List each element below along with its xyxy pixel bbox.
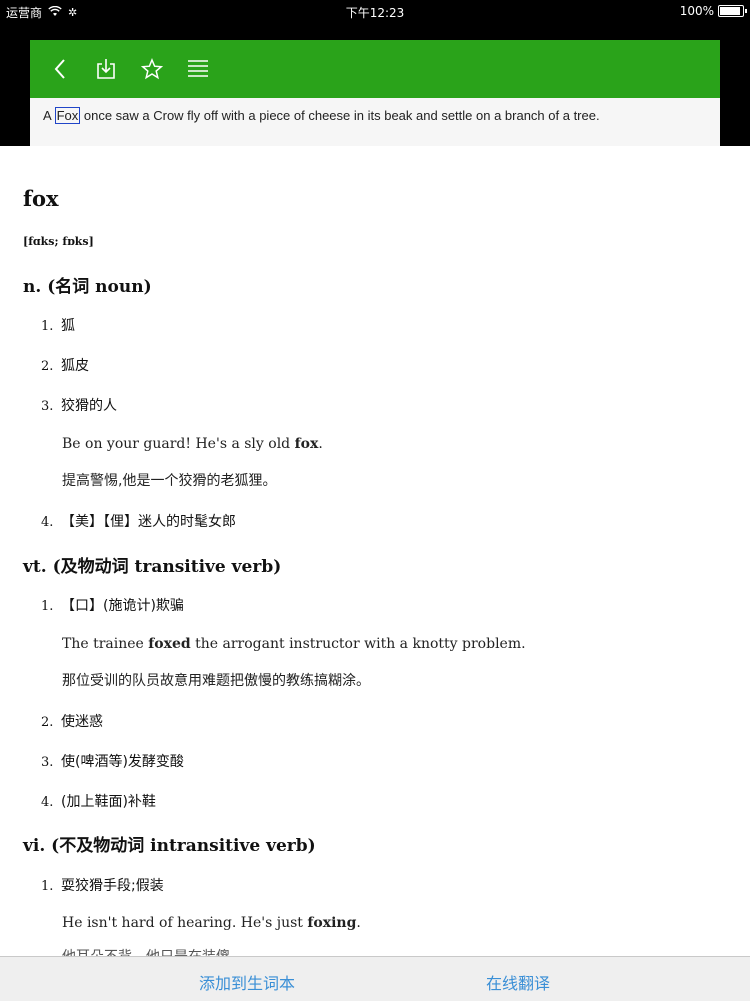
vi-example-zh-partial: 他耳朵不背，他只是在装傻 [62,946,230,956]
pos-noun-heading: n. (名词 noun) [23,277,152,297]
vt-sense-3: 3. 使(啤酒等)发酵变酸 [41,754,184,770]
reader-toolbar [30,40,720,98]
pos-vi-heading: vi. (不及物动词 intransitive verb) [23,836,316,856]
reader-panel: A Fox once saw a Crow fly off with a pie… [30,40,720,146]
sentence-after: once saw a Crow fly off with a piece of … [80,108,600,123]
headword: fox [23,186,59,211]
reading-sentence: A Fox once saw a Crow fly off with a pie… [30,98,720,124]
back-icon[interactable] [48,57,72,81]
dictionary-entry: fox [fɑks; fɒks] n. (名词 noun) 1. 狐 2. 狐皮 3… [0,146,750,956]
vt-sense-2: 2. 使迷惑 [41,714,103,730]
list-icon[interactable] [186,57,210,81]
noun-sense-2: 2. 狐皮 [41,358,89,374]
download-icon[interactable] [94,57,118,81]
bottom-action-bar: 添加到生词本 在线翻译 [0,956,750,1001]
online-translate-button[interactable]: 在线翻译 [486,970,550,994]
vt-sense-4: 4. (加上鞋面)补鞋 [41,794,156,810]
sentence-before: A [43,108,55,123]
status-right: 100% [679,4,747,18]
noun-sense-1: 1. 狐 [41,318,75,334]
status-bar: 运营商 ✲ 下午12:23 100% [0,0,750,22]
vt-example-zh: 那位受训的队员故意用难题把傲慢的教练搞糊涂。 [62,673,370,689]
vi-example-en: He isn't hard of hearing. He's just foxi… [62,915,361,931]
star-icon[interactable] [140,57,164,81]
add-to-wordbook-button[interactable]: 添加到生词本 [199,970,295,994]
vt-example-en: The trainee foxed the arrogant instructo… [62,636,526,652]
noun-example-zh: 提高警惕,他是一个狡猾的老狐狸。 [62,473,277,489]
phonetic: [fɑks; fɒks] [23,235,94,248]
clock: 下午12:23 [345,6,405,20]
noun-sense-4: 4. 【美】【俚】迷人的时髦女郎 [41,514,236,530]
vt-sense-1: 1. 【口】(施诡计)欺骗 [41,598,184,614]
battery-icon [718,5,747,17]
vi-sense-1: 1. 耍狡猾手段;假装 [41,878,164,894]
noun-sense-3: 3. 狡猾的人 [41,398,117,414]
battery-percent: 100% [679,4,714,18]
noun-example-en: Be on your guard! He's a sly old fox. [62,436,323,452]
selected-word[interactable]: Fox [54,107,81,124]
pos-vt-heading: vt. (及物动词 transitive verb) [23,557,282,577]
